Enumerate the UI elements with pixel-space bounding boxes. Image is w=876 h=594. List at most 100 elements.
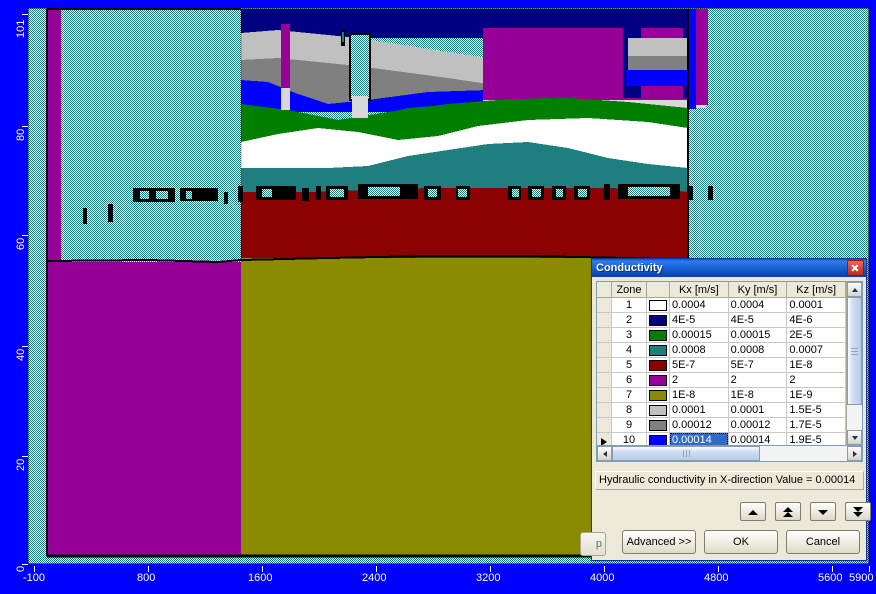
scroll-up-icon[interactable] [847,282,862,297]
cell-ky[interactable]: 4E-5 [728,312,788,328]
scroll-left-icon[interactable] [597,446,612,461]
row-selector[interactable] [597,342,612,358]
table-row[interactable]: 10 0.00014 0.00014 1.9E-5 [597,432,846,445]
cell-kz[interactable]: 4E-6 [786,312,846,328]
table-row[interactable]: 9 0.00012 0.00012 1.7E-5 [597,417,846,433]
table-horizontal-scrollbar[interactable] [596,446,863,462]
cell-zone[interactable]: 2 [611,312,647,328]
cell-color-swatch[interactable] [646,417,670,433]
cell-kx[interactable]: 5E-7 [669,357,729,373]
help-button[interactable]: p [580,532,606,556]
vscroll-track[interactable] [847,297,862,430]
cell-kx[interactable]: 0.0004 [669,297,729,313]
table-row[interactable]: 7 1E-8 1E-8 1E-9 [597,387,846,403]
cell-kz[interactable]: 1.9E-5 [786,432,846,445]
cancel-button[interactable]: Cancel [786,530,860,554]
cell-zone[interactable]: 6 [611,372,647,388]
cell-zone[interactable]: 4 [611,342,647,358]
conductivity-grid[interactable]: Zone Kx [m/s] Ky [m/s] Kz [m/s] 1 0.0004 0… [597,282,846,445]
cell-kz[interactable]: 2 [786,372,846,388]
cell-kx-editing[interactable]: 0.00014 [669,432,729,445]
row-selector[interactable] [597,387,612,403]
cell-kx[interactable]: 0.00015 [669,327,729,343]
table-row[interactable]: 1 0.0004 0.0004 0.0001 [597,297,846,313]
cell-ky[interactable]: 0.00014 [728,432,788,445]
cell-kz[interactable]: 0.0007 [786,342,846,358]
table-row[interactable]: 2 4E-5 4E-5 4E-6 [597,312,846,328]
cell-ky[interactable]: 2 [728,372,788,388]
conductivity-dialog[interactable]: Conductivity Zone Kx [m/s] Ky [m/s] Kz [… [580,258,871,561]
cell-zone[interactable]: 8 [611,402,647,418]
col-header-kx[interactable]: Kx [m/s] [669,282,729,298]
cell-ky[interactable]: 0.0004 [728,297,788,313]
row-selector[interactable] [597,417,612,433]
vscroll-thumb[interactable] [847,297,862,405]
table-scroll-area[interactable]: Zone Kx [m/s] Ky [m/s] Kz [m/s] 1 0.0004 0… [597,282,846,445]
col-header-ky[interactable]: Ky [m/s] [728,282,788,298]
cell-zone[interactable]: 1 [611,297,647,313]
status-text: Hydraulic conductivity in X-direction Va… [595,471,864,490]
cell-color-swatch[interactable] [646,402,670,418]
ok-button[interactable]: OK [704,530,778,554]
row-selector[interactable] [597,402,612,418]
row-selector[interactable] [597,312,612,328]
move-up-one-button[interactable] [740,502,766,521]
table-row[interactable]: 6222 [597,372,846,388]
table-row[interactable]: 3 0.00015 0.00015 2E-5 [597,327,846,343]
dialog-titlebar[interactable]: Conductivity [592,259,866,277]
cell-zone[interactable]: 9 [611,417,647,433]
cell-zone[interactable]: 7 [611,387,647,403]
col-header-zone[interactable]: Zone [611,282,647,298]
table-row[interactable]: 5 5E-7 5E-7 1E-8 [597,357,846,373]
scroll-down-icon[interactable] [847,430,862,445]
move-down-all-button[interactable] [845,502,871,521]
col-header-kz[interactable]: Kz [m/s] [786,282,846,298]
cell-ky[interactable]: 0.00012 [728,417,788,433]
move-down-one-button[interactable] [810,502,836,521]
cell-kz[interactable]: 1.5E-5 [786,402,846,418]
close-icon[interactable] [847,260,864,276]
table-body[interactable]: 1 0.0004 0.0004 0.0001 2 4E-5 4E-5 4E-6 3 0.00015… [597,297,846,445]
cell-color-swatch[interactable] [646,357,670,373]
hscroll-thumb[interactable] [612,446,760,461]
cell-zone[interactable]: 5 [611,357,647,373]
cell-kx[interactable]: 0.00012 [669,417,729,433]
cell-kx[interactable]: 4E-5 [669,312,729,328]
cell-kx[interactable]: 0.0008 [669,342,729,358]
row-selector[interactable] [597,327,612,343]
cell-ky[interactable]: 0.00015 [728,327,788,343]
cell-kz[interactable]: 1.7E-5 [786,417,846,433]
move-up-all-button[interactable] [775,502,801,521]
cell-kx[interactable]: 0.0001 [669,402,729,418]
cell-color-swatch[interactable] [646,432,670,445]
hscroll-track[interactable] [612,446,847,461]
conductivity-table[interactable]: Zone Kx [m/s] Ky [m/s] Kz [m/s] 1 0.0004 0… [596,281,863,446]
cell-kx[interactable]: 1E-8 [669,387,729,403]
scroll-right-icon[interactable] [847,446,862,461]
row-selector[interactable] [597,372,612,388]
cell-color-swatch[interactable] [646,342,670,358]
cell-zone[interactable]: 10 [611,432,647,445]
cell-kx[interactable]: 2 [669,372,729,388]
cell-kz[interactable]: 0.0001 [786,297,846,313]
row-selector[interactable] [597,297,612,313]
cell-color-swatch[interactable] [646,312,670,328]
cell-color-swatch[interactable] [646,387,670,403]
cell-kz[interactable]: 1E-8 [786,357,846,373]
cell-ky[interactable]: 5E-7 [728,357,788,373]
cell-color-swatch[interactable] [646,297,670,313]
cell-kz[interactable]: 2E-5 [786,327,846,343]
cell-ky[interactable]: 1E-8 [728,387,788,403]
table-vertical-scrollbar[interactable] [846,282,862,445]
cell-ky[interactable]: 0.0001 [728,402,788,418]
table-row[interactable]: 4 0.0008 0.0008 0.0007 [597,342,846,358]
cell-color-swatch[interactable] [646,372,670,388]
cell-zone[interactable]: 3 [611,327,647,343]
row-selector[interactable] [597,357,612,373]
cell-ky[interactable]: 0.0008 [728,342,788,358]
cell-color-swatch[interactable] [646,327,670,343]
cell-kz[interactable]: 1E-9 [786,387,846,403]
row-selector-current[interactable] [597,432,612,445]
table-row[interactable]: 8 0.0001 0.0001 1.5E-5 [597,402,846,418]
advanced-button[interactable]: Advanced >> [622,530,696,554]
